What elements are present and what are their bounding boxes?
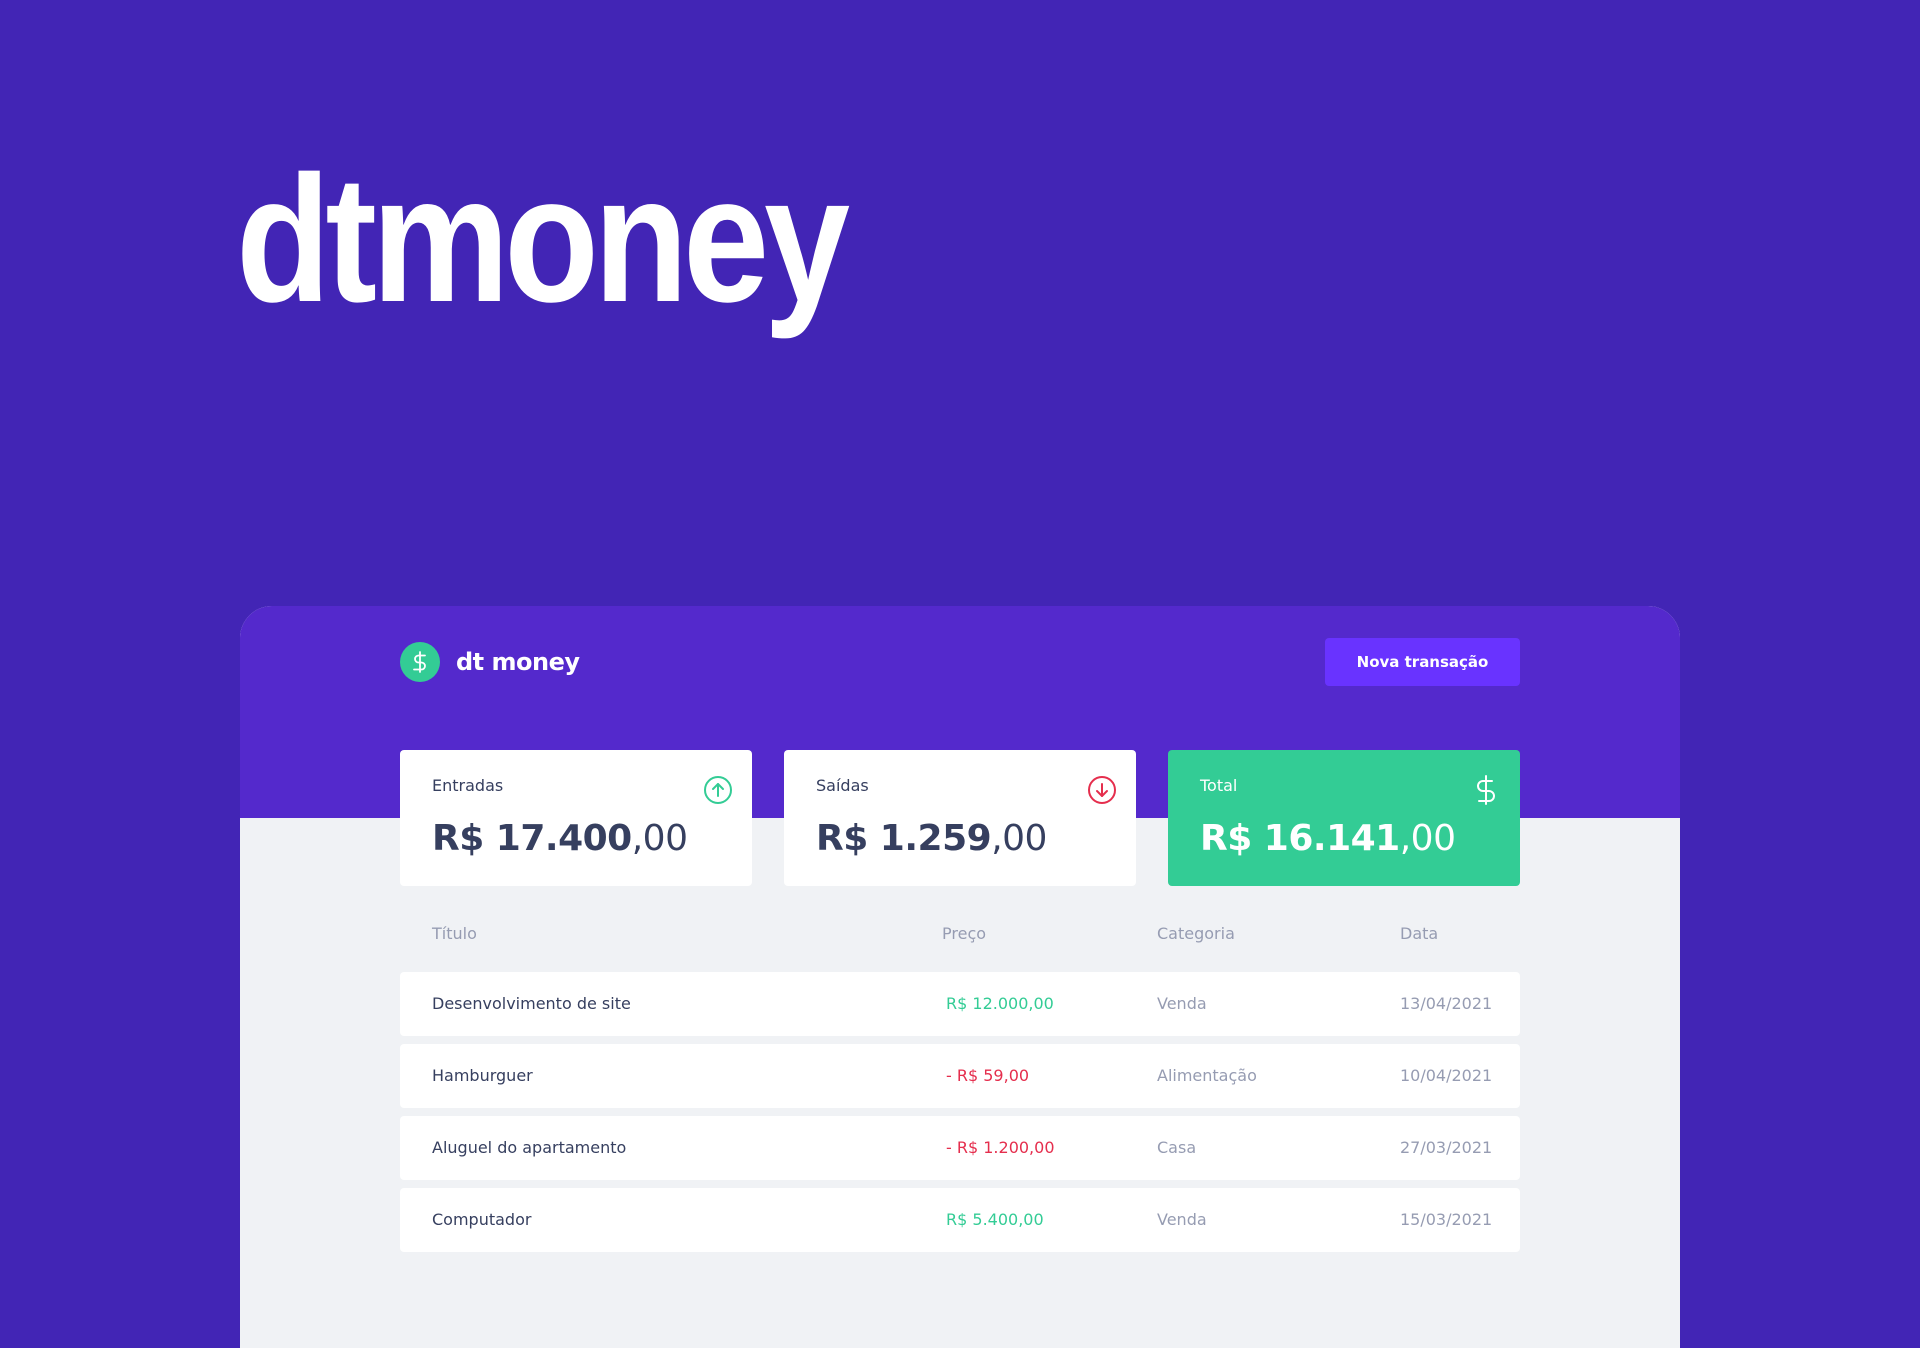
table-row[interactable]: Aluguel do apartamento - R$ 1.200,00 Cas… <box>400 1116 1520 1180</box>
transactions-table: Título Preço Categoria Data Desenvolvime… <box>400 924 1520 1252</box>
row-category: Casa <box>1157 1138 1197 1157</box>
hero-title: dtmoney <box>236 139 850 340</box>
table-row[interactable]: Desenvolvimento de site R$ 12.000,00 Ven… <box>400 972 1520 1036</box>
row-category: Venda <box>1157 1210 1207 1229</box>
row-date: 15/03/2021 <box>1400 1210 1493 1229</box>
row-price: R$ 12.000,00 <box>946 994 1054 1013</box>
row-price: R$ 5.400,00 <box>946 1210 1044 1229</box>
header-price: Preço <box>942 924 987 943</box>
outcome-amount: R$ 1.259,00 <box>816 818 1047 859</box>
income-amount: R$ 17.400,00 <box>432 818 688 859</box>
total-amount-cents: ,00 <box>1399 818 1456 859</box>
header-title: Título <box>432 924 477 943</box>
brand-name: dt money <box>456 648 580 676</box>
outcome-card: Saídas R$ 1.259,00 <box>784 750 1136 886</box>
outcome-amount-main: R$ 1.259 <box>816 818 992 859</box>
outcome-label: Saídas <box>816 776 869 795</box>
new-transaction-button[interactable]: Nova transação <box>1325 638 1520 686</box>
app-window: dt money Nova transação Entradas R$ 17.4… <box>240 606 1680 1348</box>
outcome-amount-cents: ,00 <box>991 818 1047 859</box>
arrow-up-circle-icon <box>704 776 732 804</box>
brand: dt money <box>400 642 580 682</box>
header-date: Data <box>1400 924 1439 943</box>
row-title: Computador <box>432 1210 532 1229</box>
row-date: 13/04/2021 <box>1400 994 1493 1013</box>
table-row[interactable]: Hamburguer - R$ 59,00 Alimentação 10/04/… <box>400 1044 1520 1108</box>
row-title: Aluguel do apartamento <box>432 1138 627 1157</box>
table-body: Desenvolvimento de site R$ 12.000,00 Ven… <box>400 972 1520 1252</box>
summary: Entradas R$ 17.400,00 Saídas R$ 1.259,00 <box>400 750 1520 886</box>
row-price: - R$ 59,00 <box>946 1066 1030 1085</box>
total-card: Total R$ 16.141,00 <box>1168 750 1520 886</box>
income-card: Entradas R$ 17.400,00 <box>400 750 752 886</box>
row-price: - R$ 1.200,00 <box>946 1138 1055 1157</box>
total-amount-main: R$ 16.141 <box>1200 818 1400 859</box>
row-category: Alimentação <box>1157 1066 1257 1085</box>
income-amount-main: R$ 17.400 <box>432 818 632 859</box>
income-label: Entradas <box>432 776 504 795</box>
table-header: Título Preço Categoria Data <box>400 924 1520 954</box>
row-title: Desenvolvimento de site <box>432 994 631 1013</box>
dollar-icon <box>1477 775 1495 805</box>
header-category: Categoria <box>1157 924 1235 943</box>
income-amount-cents: ,00 <box>631 818 688 859</box>
arrow-down-circle-icon <box>1088 776 1116 804</box>
row-category: Venda <box>1157 994 1207 1013</box>
row-date: 10/04/2021 <box>1400 1066 1493 1085</box>
row-date: 27/03/2021 <box>1400 1138 1493 1157</box>
row-title: Hamburguer <box>432 1066 533 1085</box>
dollar-logo-icon <box>400 642 440 682</box>
total-amount: R$ 16.141,00 <box>1200 818 1456 859</box>
table-row[interactable]: Computador R$ 5.400,00 Venda 15/03/2021 <box>400 1188 1520 1252</box>
total-label: Total <box>1200 776 1238 795</box>
